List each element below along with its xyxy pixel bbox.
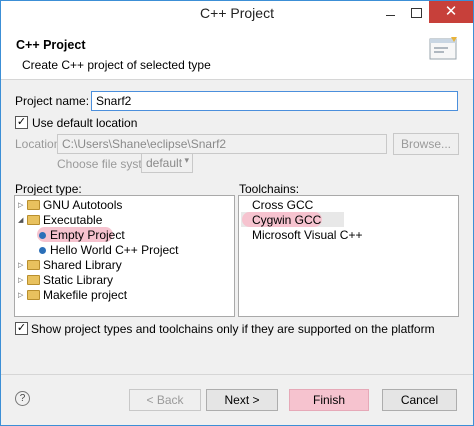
title-bar: C++ Project ✕ bbox=[1, 1, 473, 27]
show-supported-checkbox[interactable]: ✓ bbox=[15, 322, 28, 335]
folder-icon bbox=[27, 260, 40, 270]
location-input[interactable]: C:\Users\Shane\eclipse\Snarf2 bbox=[57, 134, 387, 154]
tree-item-label: Static Library bbox=[43, 273, 114, 287]
tree-item-label: Makefile project bbox=[43, 288, 128, 302]
project-name-label: Project name: bbox=[15, 94, 90, 108]
file-system-value: default bbox=[146, 156, 183, 170]
tree-item[interactable]: ◢ Executable bbox=[18, 213, 102, 228]
project-type-label: Project type: bbox=[15, 182, 82, 196]
folder-icon bbox=[27, 200, 40, 210]
project-type-icon bbox=[39, 232, 46, 239]
tree-item[interactable]: ▷ Makefile project bbox=[18, 288, 127, 303]
tree-item-label: GNU Autotools bbox=[43, 198, 123, 212]
expand-arrow-icon[interactable]: ▷ bbox=[18, 273, 27, 288]
window-title: C++ Project bbox=[200, 5, 274, 21]
show-supported-label: Show project types and toolchains only i… bbox=[31, 322, 435, 336]
back-button[interactable]: < Back bbox=[129, 389, 201, 411]
chevron-down-icon: ▾ bbox=[184, 155, 189, 165]
toolchains-label: Toolchains: bbox=[239, 182, 300, 196]
project-type-tree[interactable]: ▷ GNU Autotools ◢ Executable Empty Project… bbox=[14, 195, 235, 317]
tree-item[interactable]: Empty Project bbox=[37, 228, 125, 243]
close-button[interactable]: ✕ bbox=[429, 1, 473, 23]
folder-icon bbox=[27, 275, 40, 285]
wizard-banner-icon bbox=[427, 35, 461, 65]
dialog-window: C++ Project ✕ C++ Project Create C++ pro… bbox=[0, 0, 474, 426]
folder-icon bbox=[27, 215, 40, 225]
collapse-arrow-icon[interactable]: ◢ bbox=[18, 213, 27, 228]
wizard-header: C++ Project Create C++ project of select… bbox=[1, 27, 473, 80]
project-type-icon bbox=[39, 247, 46, 254]
expand-arrow-icon[interactable]: ▷ bbox=[18, 198, 27, 213]
tree-item-label: Executable bbox=[43, 213, 103, 227]
finish-button[interactable]: Finish bbox=[289, 389, 369, 411]
header-description: Create C++ project of selected type bbox=[22, 58, 211, 72]
file-system-select[interactable]: default ▾ bbox=[141, 153, 193, 173]
tree-item[interactable]: ▷ GNU Autotools bbox=[18, 198, 122, 213]
use-default-location-checkbox[interactable]: ✓ bbox=[15, 116, 28, 129]
minimize-icon[interactable] bbox=[381, 6, 399, 20]
browse-button[interactable]: Browse... bbox=[393, 133, 459, 155]
expand-arrow-icon[interactable]: ▷ bbox=[18, 258, 27, 273]
expand-arrow-icon[interactable]: ▷ bbox=[18, 288, 27, 303]
folder-icon bbox=[27, 290, 40, 300]
tree-item-label: Hello World C++ Project bbox=[50, 243, 179, 257]
list-item[interactable]: Cygwin GCC bbox=[252, 213, 321, 228]
header-title: C++ Project bbox=[16, 38, 86, 52]
tree-item[interactable]: Hello World C++ Project bbox=[37, 243, 179, 258]
list-item[interactable]: Microsoft Visual C++ bbox=[252, 228, 363, 243]
cancel-button[interactable]: Cancel bbox=[382, 389, 457, 411]
maximize-icon[interactable] bbox=[407, 6, 425, 20]
tree-item-label: Shared Library bbox=[43, 258, 122, 272]
footer-divider bbox=[1, 374, 473, 375]
use-default-location-label: Use default location bbox=[32, 116, 138, 130]
tree-item[interactable]: ▷ Static Library bbox=[18, 273, 113, 288]
toolchains-list[interactable]: Cross GCC Cygwin GCC Microsoft Visual C+… bbox=[238, 195, 459, 317]
next-button[interactable]: Next > bbox=[206, 389, 278, 411]
tree-item-label: Empty Project bbox=[50, 228, 125, 242]
help-icon[interactable]: ? bbox=[15, 391, 30, 406]
list-item[interactable]: Cross GCC bbox=[252, 198, 313, 213]
tree-item[interactable]: ▷ Shared Library bbox=[18, 258, 122, 273]
project-name-input[interactable]: Snarf2 bbox=[91, 91, 458, 111]
